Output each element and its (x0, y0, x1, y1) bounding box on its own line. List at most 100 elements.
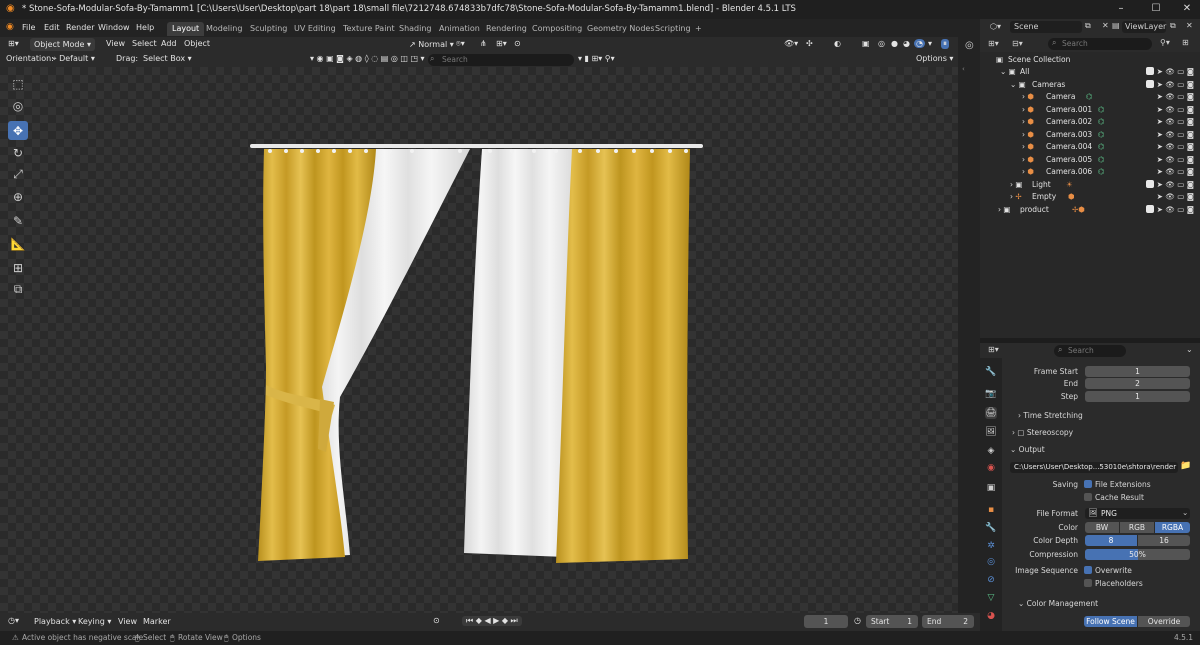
auto-keying-icon[interactable]: ⊙ (433, 616, 440, 625)
tab-texture-paint[interactable]: Texture Paint (338, 22, 400, 36)
menu-view[interactable]: View (106, 39, 125, 48)
keying-menu[interactable]: Keying ▾ (78, 617, 111, 626)
frame-end-field[interactable]: 2 (1085, 378, 1190, 389)
outliner-row-camera-003[interactable]: › ⬢ Camera.003 ⌬ ➤ 👁 ▭ ◙ (980, 129, 1200, 142)
properties-options-icon[interactable]: ⌄ (1186, 345, 1193, 354)
tab-layout[interactable]: Layout (167, 22, 205, 36)
editor-type-icon[interactable]: ⊞▾ (8, 39, 19, 48)
time-stretching-panel[interactable]: › Time Stretching (1018, 411, 1083, 420)
shading-rendered-icon[interactable]: ◔ (914, 39, 925, 48)
tool-tab-icon[interactable]: 🔧 (985, 366, 997, 378)
sidebar-arrow-icon[interactable]: ‹ (962, 65, 965, 73)
tab-sculpting[interactable]: Sculpting (245, 22, 292, 36)
menu-help[interactable]: Help (136, 23, 154, 32)
frame-step-field[interactable]: 1 (1085, 391, 1190, 402)
material-tab-icon[interactable]: ◕ (985, 610, 997, 622)
marker-menu[interactable]: Marker (143, 617, 171, 626)
tab-uv-editing[interactable]: UV Editing (289, 22, 341, 36)
add-workspace-button[interactable]: + (690, 22, 707, 36)
transform-orientation-dropdown[interactable]: ↗ Normal ▾ (405, 38, 458, 51)
proportional-edit-icon[interactable]: ⊙ (514, 39, 521, 48)
outliner-row-all[interactable]: ⌄ ▣ All ➤ 👁 ▭ ◙ (980, 66, 1200, 79)
view-layer-tab-icon[interactable]: 🖼 (985, 426, 997, 438)
row-visibility-icons[interactable]: ➤ 👁 ▭ ◙ (1145, 204, 1194, 214)
scene-selector[interactable]: Scene (1010, 21, 1082, 33)
menu-edit[interactable]: Edit (44, 23, 60, 32)
tab-rendering[interactable]: Rendering (481, 22, 532, 36)
minimize-icon[interactable]: – (1110, 2, 1132, 16)
shading-wireframe-icon[interactable]: ◎ (878, 39, 885, 48)
color-rgb-button[interactable]: RGB (1120, 522, 1154, 533)
row-visibility-icons[interactable]: ➤ 👁 ▭ ◙ (1157, 105, 1194, 114)
viewport-search-input[interactable]: Search (428, 54, 574, 66)
gizmo-icon[interactable]: ✣ (806, 39, 813, 48)
folder-icon[interactable]: 📁 (1180, 461, 1191, 471)
tab-geometry-nodes[interactable]: Geometry Nodes (582, 22, 659, 36)
outliner-row-camera-006[interactable]: › ⬢ Camera.006 ⌬ ➤ 👁 ▭ ◙ (980, 166, 1200, 179)
tab-scripting[interactable]: Scripting (650, 22, 696, 36)
row-visibility-icons[interactable]: ➤ 👁 ▭ ◙ (1145, 67, 1194, 76)
compression-slider[interactable]: 50% (1085, 549, 1190, 560)
menu-add[interactable]: Add (161, 39, 177, 48)
modifier-tab-icon[interactable]: 🔧 (985, 522, 997, 534)
color-management-panel[interactable]: ⌄ Color Management (1018, 599, 1098, 608)
outliner-editor-icon[interactable]: ⊞▾ (988, 39, 999, 48)
3d-viewport[interactable]: ⬚ ◎ ✥ ↻ ⤢ ⊕ ✎ 📐 ⊞ ⧉ (0, 67, 958, 613)
outliner-row-empty[interactable]: › ✢ Empty ⬢ ➤ 👁 ▭ ◙ (980, 191, 1200, 204)
tab-animation[interactable]: Animation (434, 22, 485, 36)
shading-solid-icon[interactable]: ● (891, 39, 898, 48)
properties-search-input[interactable]: Search (1054, 345, 1126, 357)
tab-compositing[interactable]: Compositing (527, 22, 587, 36)
menu-window[interactable]: Window (98, 23, 130, 32)
outliner-row-camera-001[interactable]: › ⬢ Camera.001 ⌬ ➤ 👁 ▭ ◙ (980, 104, 1200, 117)
viewlayer-selector[interactable]: ViewLayer (1122, 21, 1166, 33)
shading-material-icon[interactable]: ◕ (903, 39, 910, 48)
object-tab-icon[interactable]: ▪ (985, 504, 997, 516)
world-tab-icon[interactable]: ◉ (985, 462, 997, 474)
outliner-row-product[interactable]: › ▣ product ✢⬢ ➤ 👁 ▭ ◙ (980, 204, 1200, 217)
render-tab-icon[interactable]: 📷 (985, 388, 997, 400)
playback-menu[interactable]: Playback ▾ (34, 617, 76, 626)
row-visibility-icons[interactable]: ➤ 👁 ▭ ◙ (1157, 92, 1194, 101)
scene-new-icon[interactable]: ⧉ (1085, 21, 1091, 31)
data-tab-icon[interactable]: ▽ (985, 592, 997, 604)
row-visibility-icons[interactable]: ➤ 👁 ▭ ◙ (1145, 179, 1194, 189)
frame-range-icon[interactable]: ◷ (854, 616, 861, 625)
playback-controls[interactable]: ⏮ ◆ ◀ ▶ ◆ ⏭ (462, 616, 522, 626)
frame-start-field[interactable]: 1 (1085, 366, 1190, 377)
snap-icon[interactable]: ⋔ (480, 39, 487, 48)
snap-target-icons[interactable]: ▾ ◉ ▣ ◙ ◈ ◍ ◊ ◌ ▤ ◎ ◫ ◳ ▾ (310, 54, 425, 63)
scene-tab-icon[interactable]: ◈ (985, 445, 997, 457)
tab-modeling[interactable]: Modeling (201, 22, 247, 36)
shading-options-icon[interactable]: ▾ (928, 39, 932, 48)
row-visibility-icons[interactable]: ➤ 👁 ▭ ◙ (1157, 167, 1194, 176)
overlays-icon[interactable]: ◐ (834, 39, 841, 48)
current-frame-field[interactable]: 1 (804, 615, 848, 628)
outliner-search-input[interactable]: Search (1048, 38, 1152, 50)
color-rgba-button[interactable]: RGBA (1155, 522, 1190, 533)
row-visibility-icons[interactable]: ➤ 👁 ▭ ◙ (1157, 192, 1194, 201)
color-depth-16-button[interactable]: 16 (1138, 535, 1190, 546)
viewlayer-remove-icon[interactable]: ✕ (1186, 21, 1193, 30)
color-depth-8-button[interactable]: 8 (1085, 535, 1137, 546)
placeholders-checkbox[interactable] (1084, 579, 1092, 587)
tab-shading[interactable]: Shading (394, 22, 437, 36)
menu-file[interactable]: File (22, 23, 35, 32)
physics-tab-icon[interactable]: ◎ (985, 556, 997, 568)
end-frame-field[interactable]: End 2 (922, 615, 974, 628)
particles-tab-icon[interactable]: ✲ (985, 540, 997, 552)
maximize-icon[interactable]: ☐ (1145, 2, 1167, 16)
new-collection-icon[interactable]: ⊞ (1182, 38, 1189, 47)
follow-scene-button[interactable]: Follow Scene (1084, 616, 1137, 627)
row-visibility-icons[interactable]: ➤ 👁 ▭ ◙ (1157, 155, 1194, 164)
override-button[interactable]: Override (1138, 616, 1190, 627)
xray-icon[interactable]: ▣ (862, 39, 870, 48)
cache-result-checkbox[interactable] (1084, 493, 1092, 501)
properties-editor-icon[interactable]: ⊞▾ (988, 345, 999, 354)
row-visibility-icons[interactable]: ➤ 👁 ▭ ◙ (1157, 142, 1194, 151)
menu-object[interactable]: Object (184, 39, 210, 48)
snap-options-icon[interactable]: ⊞▾ (496, 39, 507, 48)
outliner-row-camera-004[interactable]: › ⬢ Camera.004 ⌬ ➤ 👁 ▭ ◙ (980, 141, 1200, 154)
filter-icon[interactable]: ⚲▾ (1160, 38, 1170, 47)
output-tab-icon[interactable]: 🖨 (985, 407, 997, 419)
